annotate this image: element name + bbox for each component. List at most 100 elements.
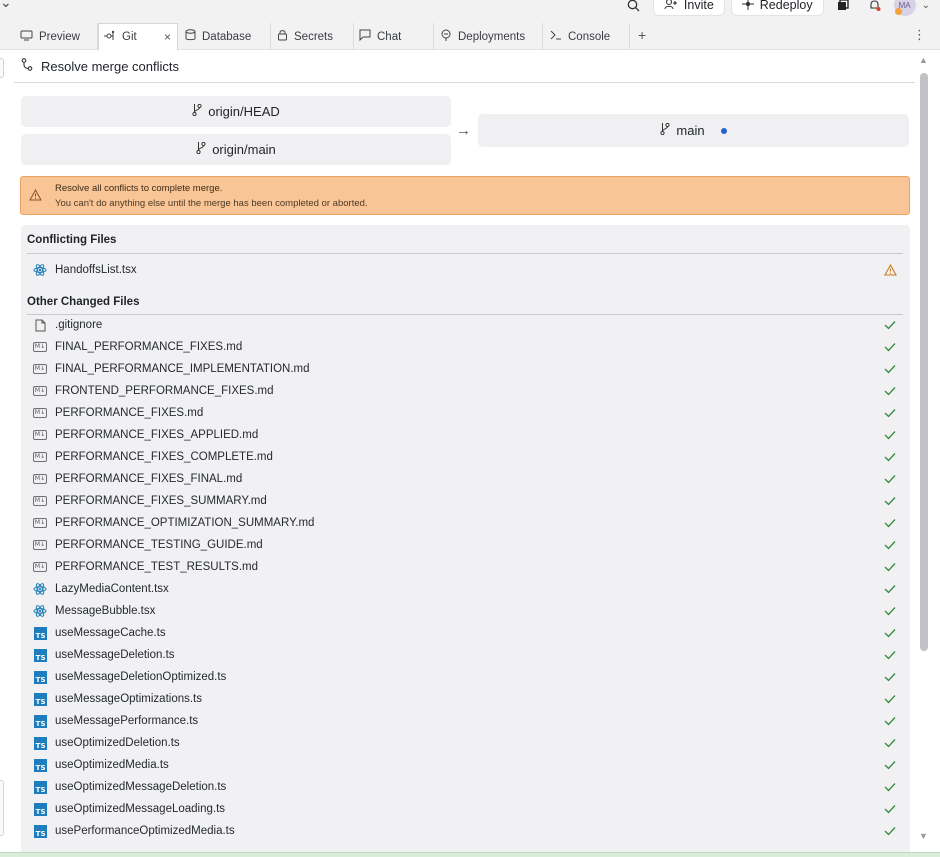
file-row[interactable]: M↓ PERFORMANCE_FIXES_FINAL.md — [27, 468, 903, 490]
database-icon — [185, 29, 196, 44]
file-row[interactable]: M↓ PERFORMANCE_TESTING_GUIDE.md — [27, 534, 903, 556]
tab-deployments[interactable]: Deployments — [436, 23, 543, 50]
file-row[interactable]: MessageBubble.tsx — [27, 600, 903, 622]
scroll-thumb[interactable] — [920, 73, 928, 651]
source-branch-origin-head: origin/HEAD — [21, 96, 451, 127]
file-row[interactable]: TS useMessagePerformance.ts — [27, 710, 903, 732]
file-name: PERFORMANCE_TESTING_GUIDE.md — [55, 539, 263, 551]
more-options-icon[interactable]: ⋮ — [913, 27, 926, 43]
typescript-file-icon: TS — [29, 802, 51, 816]
file-row[interactable]: M↓ FINAL_PERFORMANCE_FIXES.md — [27, 336, 903, 358]
file-row[interactable]: TS useMessageCache.ts — [27, 622, 903, 644]
file-row[interactable]: TS useOptimizedMedia.ts — [27, 754, 903, 776]
close-icon[interactable]: × — [164, 30, 171, 44]
file-row[interactable]: TS useMessageDeletion.ts — [27, 644, 903, 666]
scroll-up-icon[interactable]: ▲ — [919, 55, 928, 65]
vertical-scrollbar[interactable]: ▲ ▼ — [918, 55, 930, 841]
file-row[interactable]: M↓ FINAL_PERFORMANCE_IMPLEMENTATION.md — [27, 358, 903, 380]
collapse-chevron-icon[interactable]: ⌄ — [0, 0, 12, 11]
avatar-chevron-icon[interactable]: ⌄ — [922, 0, 930, 11]
file-row[interactable]: TS useOptimizedMessageDeletion.ts — [27, 776, 903, 798]
merge-warning-banner: Resolve all conflicts to complete merge.… — [20, 176, 910, 215]
file-row[interactable]: HandoffsList.tsx — [27, 259, 903, 281]
tab-label: Secrets — [294, 30, 333, 43]
file-name: PERFORMANCE_FIXES_FINAL.md — [55, 473, 243, 485]
left-rail-handle[interactable] — [0, 58, 4, 78]
changed-files-list: Conflicting Files Other Changed Files Ha… — [21, 225, 910, 857]
check-icon — [883, 318, 897, 332]
check-icon — [883, 582, 897, 596]
branch-name: origin/HEAD — [208, 104, 280, 119]
target-branch-main: main — [478, 114, 909, 147]
tab-database[interactable]: Database — [181, 23, 271, 50]
panel-header: Resolve merge conflicts — [14, 50, 915, 83]
file-row[interactable]: .gitignore — [27, 314, 903, 336]
notification-bell-icon[interactable] — [862, 0, 888, 16]
tab-chat[interactable]: Chat — [355, 23, 434, 50]
tab-git[interactable]: Git × — [98, 23, 178, 51]
branch-name: origin/main — [212, 142, 276, 157]
check-icon — [883, 340, 897, 354]
invite-button[interactable]: Invite — [652, 0, 725, 16]
warning-icon — [29, 188, 42, 204]
search-icon[interactable] — [621, 0, 647, 16]
file-name: useMessageDeletionOptimized.ts — [55, 671, 227, 683]
check-icon — [883, 626, 897, 640]
file-name: PERFORMANCE_FIXES_APPLIED.md — [55, 429, 259, 441]
tab-label: Console — [568, 30, 611, 43]
file-row[interactable]: M↓ PERFORMANCE_FIXES.md — [27, 402, 903, 424]
typescript-file-icon: TS — [29, 714, 51, 728]
branch-icon — [660, 122, 671, 138]
scroll-down-icon[interactable]: ▼ — [919, 831, 928, 841]
file-row[interactable]: TS useMessageOptimizations.ts — [27, 688, 903, 710]
file-row[interactable]: M↓ PERFORMANCE_TEST_RESULTS.md — [27, 556, 903, 578]
avatar[interactable]: MA — [893, 0, 916, 16]
warning-icon — [883, 263, 897, 277]
lock-icon — [277, 29, 288, 44]
left-rail-handle[interactable] — [0, 780, 4, 836]
file-row[interactable]: TS useMessageDeletionOptimized.ts — [27, 666, 903, 688]
redeploy-button[interactable]: Redeploy — [730, 0, 824, 16]
file-row[interactable]: M↓ PERFORMANCE_FIXES_APPLIED.md — [27, 424, 903, 446]
file-row[interactable]: TS useOptimizedMessageLoading.ts — [27, 798, 903, 820]
other-files-heading: Other Changed Files — [27, 296, 140, 308]
file-row[interactable]: TS usePerformanceOptimizedMedia.ts — [27, 820, 903, 842]
check-icon — [883, 516, 897, 530]
file-row[interactable]: M↓ PERFORMANCE_OPTIMIZATION_SUMMARY.md — [27, 512, 903, 534]
tab-secrets[interactable]: Secrets — [273, 23, 354, 50]
tab-preview[interactable]: Preview — [16, 23, 98, 50]
file-name: useOptimizedMessageLoading.ts — [55, 803, 226, 815]
file-row[interactable]: TS useOptimizedDeletion.ts — [27, 732, 903, 754]
file-name: PERFORMANCE_FIXES_SUMMARY.md — [55, 495, 267, 507]
check-icon — [883, 824, 897, 838]
add-tab-button[interactable]: + — [638, 27, 646, 43]
branch-icon — [196, 141, 206, 157]
check-icon — [883, 802, 897, 816]
tab-label: Deployments — [458, 30, 526, 43]
warning-body: You can't do anything else until the mer… — [55, 198, 368, 209]
git-icon — [103, 30, 116, 45]
redeploy-icon — [741, 0, 754, 13]
arrow-right-icon: → — [456, 122, 471, 139]
markdown-file-icon: M↓ — [33, 474, 47, 484]
top-bar: ⌄ Invite Redeploy MA ⌄ — [0, 0, 940, 18]
markdown-file-icon: M↓ — [33, 408, 47, 418]
markdown-file-icon: M↓ — [33, 540, 47, 550]
file-row[interactable]: M↓ PERFORMANCE_FIXES_SUMMARY.md — [27, 490, 903, 512]
react-file-icon — [29, 263, 51, 277]
file-icon — [29, 319, 51, 332]
tab-label: Git — [122, 31, 137, 43]
file-name: useMessagePerformance.ts — [55, 715, 199, 727]
tab-console[interactable]: Console — [546, 23, 630, 50]
current-branch-dot — [720, 127, 727, 134]
copy-icon[interactable] — [830, 0, 856, 16]
file-name: useMessageCache.ts — [55, 627, 166, 639]
file-row[interactable]: M↓ PERFORMANCE_FIXES_COMPLETE.md — [27, 446, 903, 468]
top-actions: Invite Redeploy MA ⌄ — [621, 0, 930, 16]
file-name: useOptimizedMedia.ts — [55, 759, 169, 771]
file-name: PERFORMANCE_FIXES_COMPLETE.md — [55, 451, 273, 463]
file-row[interactable]: LazyMediaContent.tsx — [27, 578, 903, 600]
markdown-file-icon: M↓ — [33, 562, 47, 572]
terminal-icon — [550, 30, 562, 43]
file-row[interactable]: M↓ FRONTEND_PERFORMANCE_FIXES.md — [27, 380, 903, 402]
